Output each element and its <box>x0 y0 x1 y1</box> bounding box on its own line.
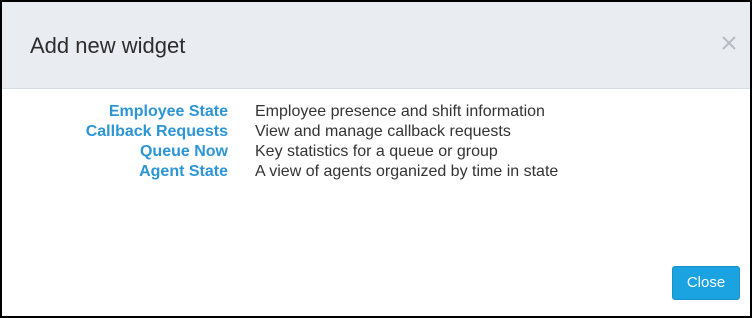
add-widget-dialog: Add new widget Employee State Employee p… <box>0 0 752 318</box>
widget-list: Employee State Employee presence and shi… <box>2 102 750 182</box>
close-x-icon[interactable] <box>718 32 740 54</box>
dialog-header: Add new widget <box>2 2 750 89</box>
widget-row-agent-state: Agent State A view of agents organized b… <box>2 162 750 182</box>
widget-description: A view of agents organized by time in st… <box>255 163 559 180</box>
widget-row-callback-requests: Callback Requests View and manage callba… <box>2 122 750 142</box>
widget-description: Key statistics for a queue or group <box>255 143 498 160</box>
widget-link-employee-state[interactable]: Employee State <box>109 102 228 122</box>
widget-description: Employee presence and shift information <box>255 103 545 120</box>
widget-row-queue-now: Queue Now Key statistics for a queue or … <box>2 142 750 162</box>
widget-link-callback-requests[interactable]: Callback Requests <box>86 122 228 142</box>
close-button[interactable]: Close <box>672 266 740 300</box>
widget-link-queue-now[interactable]: Queue Now <box>140 142 228 162</box>
dialog-title: Add new widget <box>30 33 186 58</box>
widget-description: View and manage callback requests <box>255 123 511 140</box>
widget-row-employee-state: Employee State Employee presence and shi… <box>2 102 750 122</box>
widget-link-agent-state[interactable]: Agent State <box>139 162 228 182</box>
